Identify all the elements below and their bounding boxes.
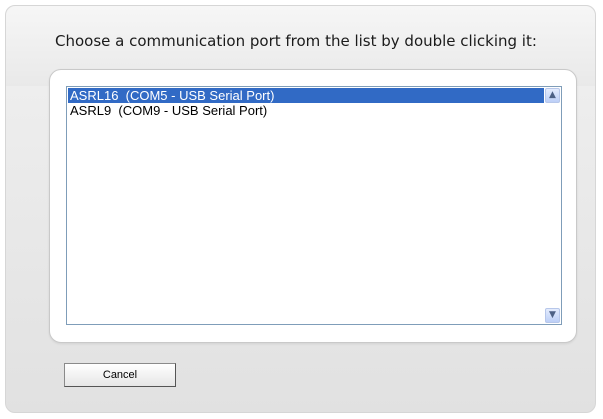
port-item-asrl16[interactable]: ASRL16 (COM5 - USB Serial Port) xyxy=(68,88,544,103)
port-item-asrl9[interactable]: ASRL9 (COM9 - USB Serial Port) xyxy=(68,103,544,118)
chevron-down-icon: ▼ xyxy=(549,310,556,320)
chevron-up-icon: ▲ xyxy=(549,90,556,100)
scroll-down-button[interactable]: ▼ xyxy=(545,308,560,323)
list-frame: ASRL16 (COM5 - USB Serial Port) ASRL9 (C… xyxy=(49,69,577,343)
port-listbox[interactable]: ASRL16 (COM5 - USB Serial Port) ASRL9 (C… xyxy=(66,86,562,325)
dialog-panel: Choose a communication port from the lis… xyxy=(5,5,596,413)
scroll-up-button[interactable]: ▲ xyxy=(545,88,560,103)
prompt-text: Choose a communication port from the lis… xyxy=(55,32,537,50)
vertical-scrollbar[interactable]: ▲ ▼ xyxy=(544,87,561,324)
port-list-items: ASRL16 (COM5 - USB Serial Port) ASRL9 (C… xyxy=(68,88,544,323)
cancel-button[interactable]: Cancel xyxy=(64,363,176,387)
